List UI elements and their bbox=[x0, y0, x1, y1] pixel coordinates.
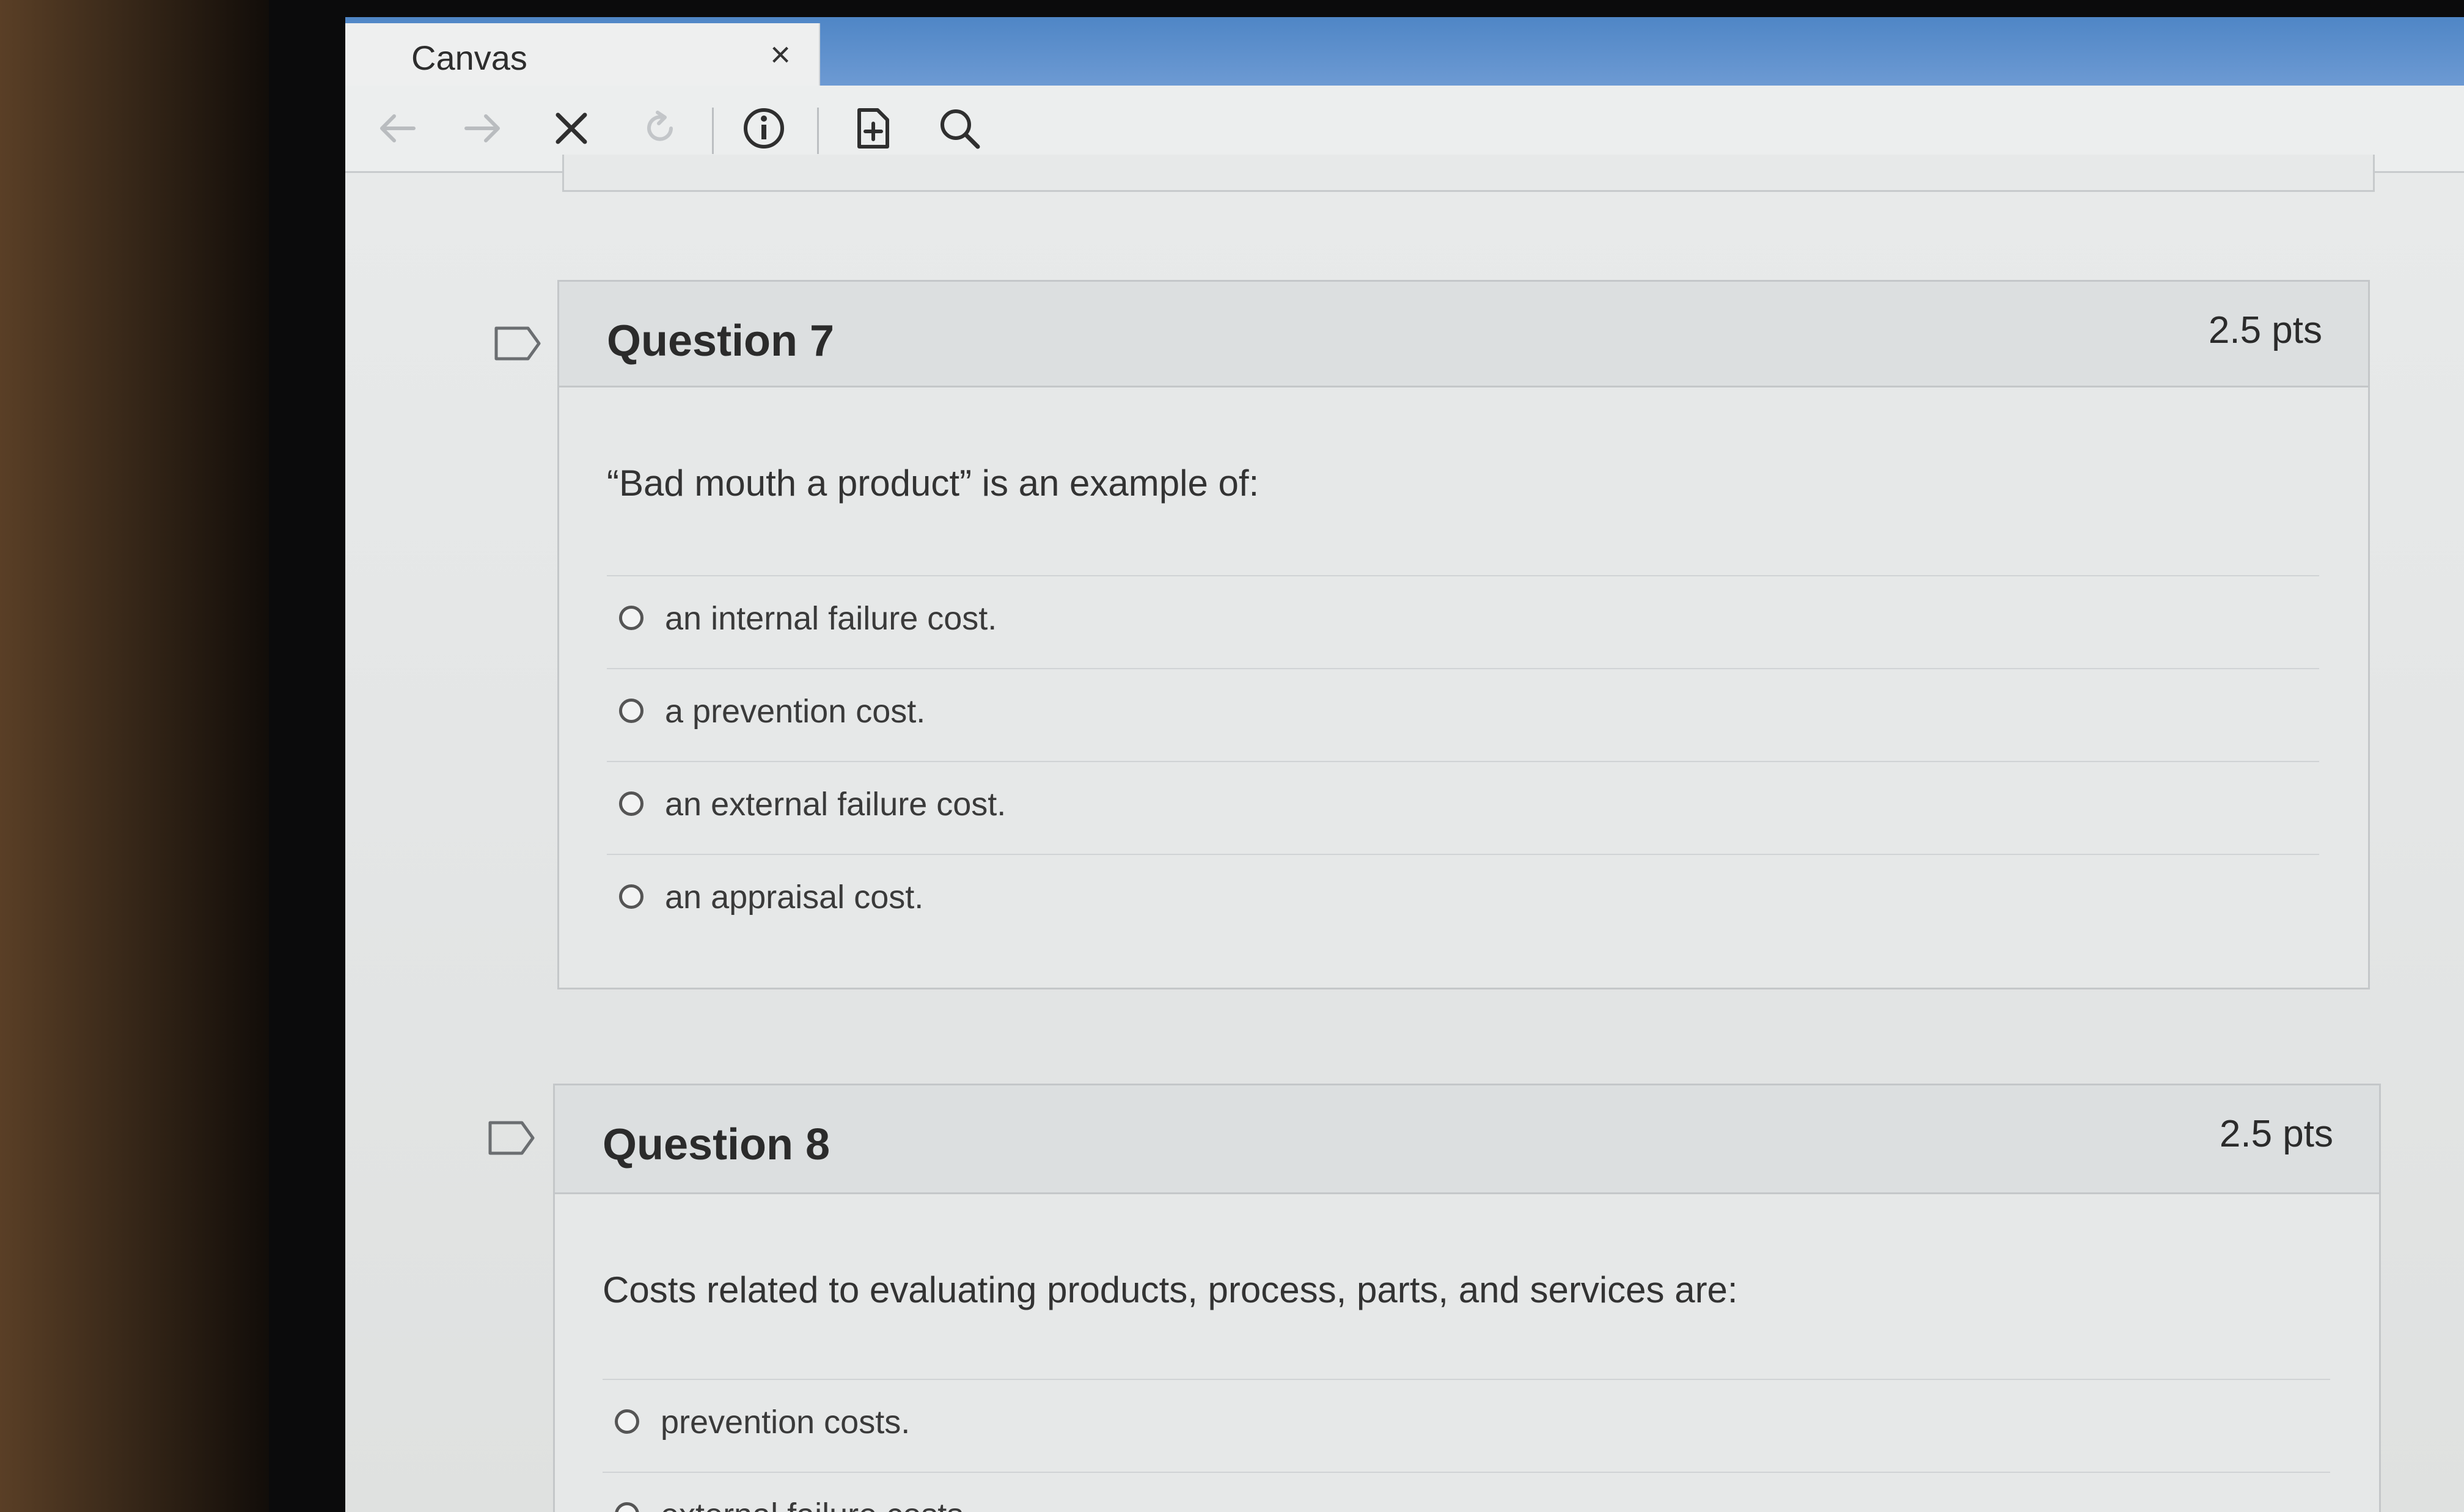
question-text: “Bad mouth a product” is an example of: bbox=[607, 463, 1260, 504]
forward-icon[interactable] bbox=[458, 104, 507, 153]
previous-question-box bbox=[562, 155, 2375, 192]
question-title: Question 7 bbox=[607, 317, 835, 365]
radio-button[interactable] bbox=[615, 1502, 639, 1512]
toolbar-separator bbox=[817, 108, 819, 154]
flag-question-icon[interactable] bbox=[488, 1120, 535, 1156]
back-icon[interactable] bbox=[373, 104, 422, 153]
answer-option[interactable]: an internal failure cost. bbox=[607, 575, 2319, 668]
answer-option[interactable]: an appraisal cost. bbox=[607, 854, 2319, 947]
tab-close-icon[interactable]: × bbox=[762, 37, 799, 73]
question-header: Question 7 2.5 pts bbox=[559, 282, 2368, 387]
answer-label[interactable]: a prevention cost. bbox=[665, 692, 925, 730]
question-card: Question 8 2.5 pts Costs related to eval… bbox=[553, 1084, 2381, 1512]
search-icon[interactable] bbox=[935, 104, 984, 153]
question-card: Question 7 2.5 pts “Bad mouth a product”… bbox=[557, 280, 2370, 989]
radio-button[interactable] bbox=[619, 884, 644, 909]
info-icon[interactable] bbox=[739, 104, 788, 153]
reload-icon[interactable] bbox=[636, 104, 684, 153]
monitor-bezel-top bbox=[269, 0, 2464, 18]
answer-option[interactable]: prevention costs. bbox=[603, 1379, 2330, 1472]
question-title: Question 8 bbox=[603, 1120, 831, 1169]
browser-window: Canvas × Question 7 2.5 pts “Bad mouth a… bbox=[345, 17, 2464, 1512]
answer-list: an internal failure cost. a prevention c… bbox=[607, 575, 2319, 947]
answer-list: prevention costs. external failure costs… bbox=[603, 1379, 2330, 1512]
radio-button[interactable] bbox=[615, 1409, 639, 1434]
question-points: 2.5 pts bbox=[2208, 309, 2322, 351]
add-page-icon[interactable] bbox=[848, 104, 897, 153]
answer-option[interactable]: a prevention cost. bbox=[607, 668, 2319, 761]
answer-option[interactable]: external failure costs. bbox=[603, 1472, 2330, 1512]
stop-icon[interactable] bbox=[547, 104, 596, 153]
background-desk bbox=[0, 0, 287, 1512]
flag-question-icon[interactable] bbox=[494, 326, 541, 361]
answer-label[interactable]: an internal failure cost. bbox=[665, 600, 997, 637]
radio-button[interactable] bbox=[619, 606, 644, 630]
answer-label[interactable]: prevention costs. bbox=[661, 1403, 910, 1441]
radio-button[interactable] bbox=[619, 791, 644, 816]
question-header: Question 8 2.5 pts bbox=[555, 1085, 2379, 1194]
answer-label[interactable]: external failure costs. bbox=[661, 1496, 972, 1512]
radio-button[interactable] bbox=[619, 699, 644, 723]
browser-tab[interactable]: Canvas × bbox=[345, 23, 820, 92]
answer-label[interactable]: an external failure cost. bbox=[665, 785, 1006, 823]
toolbar-separator bbox=[712, 108, 714, 154]
answer-option[interactable]: an external failure cost. bbox=[607, 761, 2319, 854]
answer-label[interactable]: an appraisal cost. bbox=[665, 878, 923, 916]
monitor-bezel bbox=[269, 0, 354, 1512]
question-points: 2.5 pts bbox=[2219, 1113, 2333, 1155]
title-bar: Canvas × bbox=[345, 17, 2464, 92]
tab-title: Canvas bbox=[411, 39, 527, 77]
question-text: Costs related to evaluating products, pr… bbox=[603, 1269, 1738, 1310]
